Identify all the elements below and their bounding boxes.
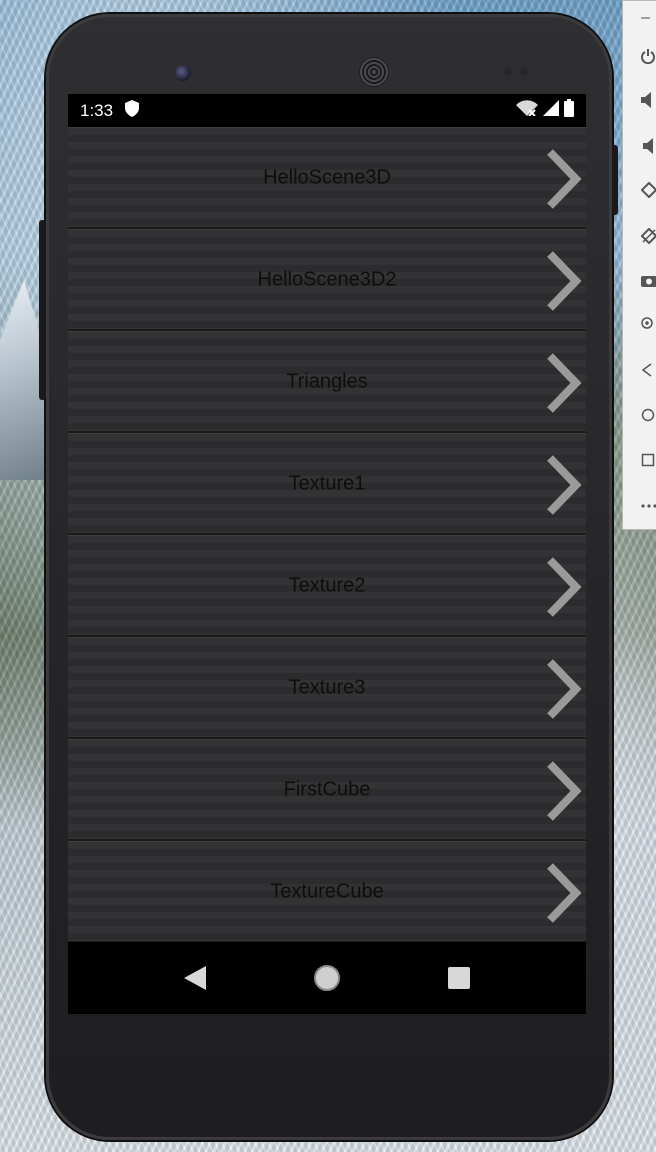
list-item-label: HelloScene3D bbox=[263, 166, 391, 188]
status-bar: 1:33 bbox=[68, 94, 586, 127]
rotate-left-icon[interactable] bbox=[641, 179, 656, 201]
more-icon[interactable] bbox=[641, 495, 656, 517]
navigation-bar bbox=[68, 942, 586, 1014]
back-icon[interactable] bbox=[641, 359, 656, 381]
list-item-helloscene3d2[interactable]: HelloScene3D2 bbox=[68, 229, 586, 329]
battery-icon bbox=[564, 99, 574, 122]
shield-icon bbox=[125, 99, 140, 122]
list-item-label: Triangles bbox=[286, 370, 368, 392]
status-icons bbox=[516, 99, 574, 122]
list-item-firstcube[interactable]: FirstCube bbox=[68, 739, 586, 839]
list-item-label: Texture2 bbox=[288, 574, 366, 596]
recents-square-icon[interactable] bbox=[439, 958, 479, 998]
phone-screen: 1:33 HelloScene3D HelloScene3D2 Triangle bbox=[68, 94, 586, 1014]
demo-list: HelloScene3D HelloScene3D2 Triangles Tex… bbox=[68, 127, 586, 941]
camera-icon[interactable] bbox=[641, 269, 656, 291]
list-item-label: FirstCube bbox=[283, 778, 371, 800]
chevron-right-icon bbox=[547, 863, 582, 923]
list-item-label: TextureCube bbox=[270, 880, 384, 902]
power-icon[interactable] bbox=[641, 45, 656, 67]
list-item-label: HelloScene3D2 bbox=[257, 268, 397, 290]
minimize-label: – bbox=[641, 9, 650, 26]
chevron-right-icon bbox=[547, 149, 582, 209]
chevron-right-icon bbox=[547, 659, 582, 719]
back-triangle-icon[interactable] bbox=[175, 958, 215, 998]
volume-up-icon[interactable] bbox=[641, 89, 656, 111]
zoom-icon[interactable] bbox=[641, 313, 656, 335]
chevron-right-icon bbox=[547, 455, 582, 515]
list-item-texture2[interactable]: Texture2 bbox=[68, 535, 586, 635]
wifi-off-icon bbox=[516, 100, 538, 121]
status-time: 1:33 bbox=[80, 100, 114, 120]
emulator-toolbar: – bbox=[622, 0, 656, 530]
list-item-label: Texture3 bbox=[288, 676, 366, 698]
list-item-texture1[interactable]: Texture1 bbox=[68, 433, 586, 533]
volume-down-icon[interactable] bbox=[641, 135, 656, 157]
list-item-texture3[interactable]: Texture3 bbox=[68, 637, 586, 737]
list-item-triangles[interactable]: Triangles bbox=[68, 331, 586, 431]
front-camera bbox=[175, 65, 191, 81]
side-power-button[interactable] bbox=[612, 145, 618, 215]
chevron-right-icon bbox=[547, 251, 582, 311]
light-sensor bbox=[520, 67, 529, 76]
chevron-right-icon bbox=[547, 761, 582, 821]
rotate-right-icon[interactable] bbox=[641, 225, 656, 247]
overview-icon[interactable] bbox=[641, 449, 656, 471]
proximity-sensor bbox=[504, 67, 513, 76]
list-item-texturecube[interactable]: TextureCube bbox=[68, 841, 586, 941]
list-item-label: Texture1 bbox=[288, 472, 366, 494]
home-icon[interactable] bbox=[641, 404, 656, 426]
earpiece-speaker bbox=[359, 57, 389, 87]
chevron-right-icon bbox=[547, 353, 582, 413]
list-item-helloscene3d[interactable]: HelloScene3D bbox=[68, 127, 586, 227]
signal-icon bbox=[543, 100, 559, 121]
minimize-button[interactable]: – bbox=[641, 7, 656, 29]
home-circle-icon[interactable] bbox=[307, 958, 347, 998]
chevron-right-icon bbox=[547, 557, 582, 617]
side-volume-button[interactable] bbox=[39, 220, 46, 400]
